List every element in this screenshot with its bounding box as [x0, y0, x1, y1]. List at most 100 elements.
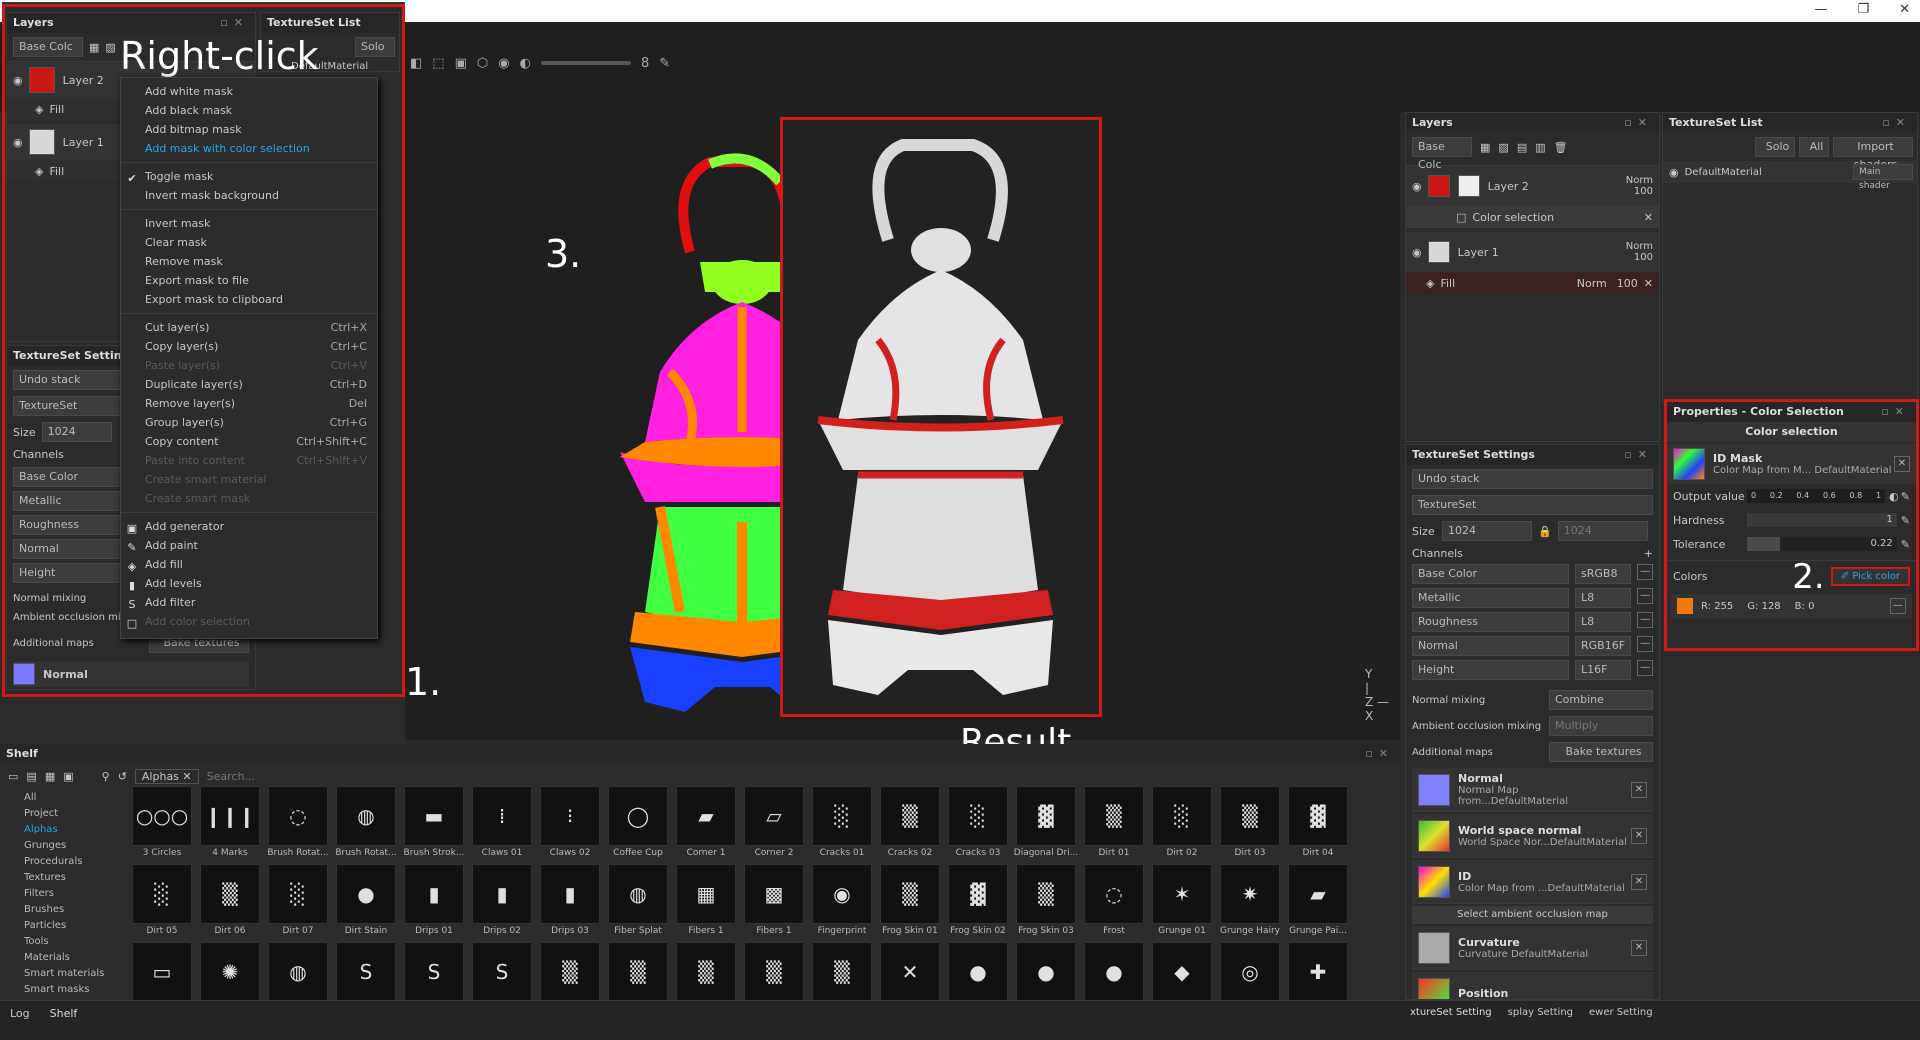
solo-button-left[interactable]: Solo	[355, 37, 395, 57]
size-select-right-2[interactable]: 1024	[1557, 521, 1648, 541]
symmetry-icon[interactable]: ◐	[520, 56, 531, 71]
shelf-cat-tools[interactable]: Tools	[8, 934, 118, 950]
tab-display-settings[interactable]: splay Setting	[1508, 1007, 1573, 1018]
pencil-icon[interactable]: ✎	[659, 56, 670, 71]
right-layer-row-1[interactable]: ◉ Layer 1 Norm 100	[1406, 232, 1659, 272]
shelf-item[interactable]: ✷ Grunge Hairy	[1216, 864, 1284, 942]
tolerance-slider[interactable]: 0.22	[1747, 537, 1897, 551]
shelf-item[interactable]: ▒ Dirt 06	[196, 864, 264, 942]
box-icon[interactable]: ⬡	[477, 56, 488, 71]
menu-paste-layers[interactable]: Paste layer(s) Ctrl+V	[121, 356, 377, 375]
menu-create-smart-mask[interactable]: Create smart mask	[121, 489, 377, 508]
channel-normal-left[interactable]: Normal	[13, 539, 123, 559]
undo-stack-left[interactable]: Undo stack	[13, 370, 123, 390]
camera-icon[interactable]: ◧	[410, 56, 422, 71]
shelf-item[interactable]: ▒ Dirt 03	[1216, 786, 1284, 864]
shelf-item[interactable]: ▒ Frog Skin 01	[876, 864, 944, 942]
maximize-icon[interactable]: ❐	[1857, 2, 1869, 17]
shelf-item[interactable]: ▓ Frog Skin 02	[944, 864, 1012, 942]
shelf-item[interactable]: ◍ Brush Rotat...	[332, 786, 400, 864]
eye-icon[interactable]: ◉	[1412, 180, 1422, 193]
material-row-right[interactable]: ◉ DefaultMaterial Main shader	[1663, 161, 1917, 191]
channel-roughness-left[interactable]: Roughness	[13, 515, 123, 535]
close-icon[interactable]: ✕	[1644, 211, 1659, 224]
shelf-cat-materials[interactable]: Materials	[8, 950, 118, 966]
size-value-left[interactable]: 1024	[41, 422, 112, 442]
eye-icon[interactable]: ◉	[13, 136, 23, 149]
close-icon[interactable]: ✕	[1644, 277, 1659, 290]
trash-icon[interactable]: 🗑	[1554, 141, 1568, 154]
shelf-cat-smart-masks[interactable]: Smart masks	[8, 982, 118, 998]
shelf-cat-alphas[interactable]: Alphas	[8, 822, 118, 838]
shelf-item[interactable]: ▱ Corner 2	[740, 786, 808, 864]
shelf-cat-procedurals[interactable]: Procedurals	[8, 854, 118, 870]
tab-viewer-settings[interactable]: ewer Setting	[1589, 1007, 1653, 1018]
shelf-item[interactable]: ▬ Brush Strok...	[400, 786, 468, 864]
shelf-tab[interactable]: Shelf	[50, 1007, 78, 1020]
video-icon[interactable]: ▣	[455, 56, 467, 71]
shelf-cat-particles[interactable]: Particles	[8, 918, 118, 934]
eye-icon[interactable]: ◉	[13, 74, 23, 87]
shelf-item[interactable]: ◍ Fiber Splat	[604, 864, 672, 942]
shelf-item[interactable]: ▮ Drips 03	[536, 864, 604, 942]
add-folder-icon[interactable]: ▥	[1535, 141, 1545, 154]
right-fill-row[interactable]: ◈ Fill Norm 100 ✕	[1406, 272, 1659, 294]
shelf-item[interactable]: ▒ Dirt 01	[1080, 786, 1148, 864]
add-layer-icon[interactable]: ▦	[89, 41, 99, 54]
pick-color-button[interactable]: ✐ Pick color	[1830, 567, 1910, 586]
normal-map-left[interactable]: Normal	[13, 661, 249, 687]
pencil-icon[interactable]: ✎	[1901, 490, 1910, 503]
refresh-icon[interactable]: ↺	[118, 770, 127, 783]
viewport[interactable]: 3. Result Y | Z — X	[405, 112, 1400, 763]
right-layer-row-2[interactable]: ◉ Layer 2 Norm 100	[1406, 166, 1659, 206]
close-icon[interactable]: ✕	[182, 770, 191, 783]
map-id[interactable]: ID Color Map from ...DefaultMaterial ✕	[1412, 860, 1653, 904]
channel-metallic-left[interactable]: Metallic	[13, 491, 123, 511]
remove-channel-icon[interactable]: —	[1637, 636, 1653, 652]
textureset-field-right[interactable]: TextureSet	[1412, 495, 1653, 515]
add-effect-icon[interactable]: ▤	[1517, 141, 1527, 154]
add-mask-icon[interactable]: ▨	[1498, 141, 1508, 154]
remove-channel-icon[interactable]: —	[1637, 564, 1653, 580]
bake-button-right[interactable]: Bake textures	[1549, 742, 1653, 762]
menu-remove-mask[interactable]: Remove mask	[121, 252, 377, 271]
shelf-item[interactable]: ⁞ Claws 01	[468, 786, 536, 864]
eye-icon[interactable]: ◉	[1412, 246, 1422, 259]
menu-create-smart-material[interactable]: Create smart material	[121, 470, 377, 489]
menu-export-mask-clipboard[interactable]: Export mask to clipboard	[121, 290, 377, 309]
menu-add-paint[interactable]: ✎ Add paint	[121, 536, 377, 555]
shelf-cat-grunges[interactable]: Grunges	[8, 838, 118, 854]
menu-add-bitmap-mask[interactable]: Add bitmap mask	[121, 120, 377, 139]
import-shaders-button[interactable]: Import shaders	[1833, 137, 1913, 171]
remove-channel-icon[interactable]: —	[1637, 612, 1653, 628]
ao-mixing-select[interactable]: Multiply	[1549, 716, 1653, 736]
shelf-item[interactable]: ◌ Frost	[1080, 864, 1148, 942]
close-icon[interactable]: ✕	[1899, 2, 1910, 17]
shelf-item[interactable]: ░ Dirt 07	[264, 864, 332, 942]
solo-button-right[interactable]: Solo	[1755, 137, 1795, 157]
map-normal[interactable]: Normal Normal Map from...DefaultMaterial …	[1412, 768, 1653, 812]
right-fill-blend[interactable]: Norm	[1577, 277, 1607, 290]
minimize-icon[interactable]: —	[1814, 2, 1827, 17]
shelf-item[interactable]: ▒ Frog Skin 03	[1012, 864, 1080, 942]
shelf-item[interactable]: ▮ Drips 01	[400, 864, 468, 942]
filter-tag[interactable]: Alphas ✕	[134, 768, 199, 784]
render-icon[interactable]: ◉	[498, 56, 509, 71]
shelf-cat-brushes[interactable]: Brushes	[8, 902, 118, 918]
shelf-item[interactable]: ▓ Dirt 04	[1284, 786, 1352, 864]
shelf-item[interactable]: ○○○ 3 Circles	[128, 786, 196, 864]
shelf-item[interactable]: ● Dirt Stain	[332, 864, 400, 942]
shelf-item[interactable]: ▰ Corner 1	[672, 786, 740, 864]
shelf-item[interactable]: ░ Dirt 05	[128, 864, 196, 942]
shelf-item[interactable]: ░ Cracks 03	[944, 786, 1012, 864]
log-tab[interactable]: Log	[10, 1007, 30, 1020]
shelf-item[interactable]: ⁝ Claws 02	[536, 786, 604, 864]
menu-duplicate-layers[interactable]: Duplicate layer(s) Ctrl+D	[121, 375, 377, 394]
close-icon[interactable]: ✕	[1894, 456, 1910, 472]
pencil-icon[interactable]: ✎	[1901, 538, 1910, 551]
id-mask-row[interactable]: ID Mask Color Map from M... DefaultMater…	[1667, 444, 1916, 484]
import-icon[interactable]: ▤	[26, 770, 36, 783]
shelf-search-input[interactable]: Search...	[207, 770, 255, 783]
textureset-field-left[interactable]: TextureSet	[13, 396, 123, 416]
channel-select-right[interactable]: Base Colc	[1412, 137, 1472, 171]
